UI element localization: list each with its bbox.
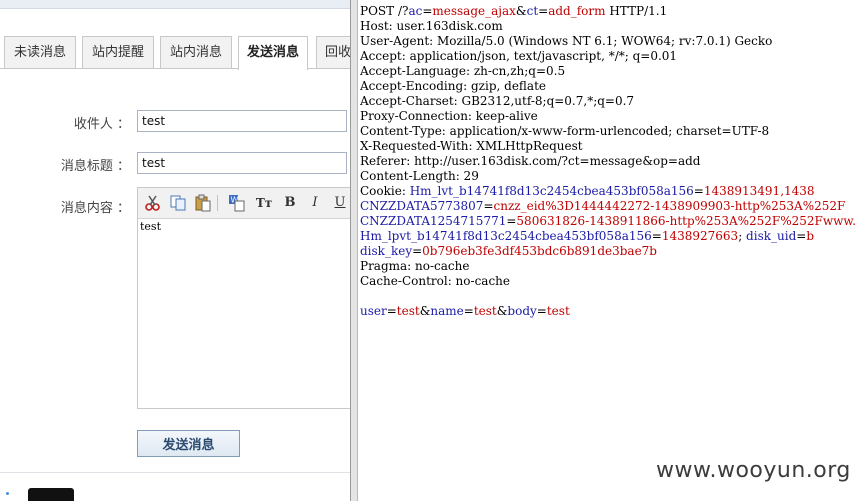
request-line: POST /?ac=message_ajax&ct=add_form HTTP/… bbox=[360, 4, 667, 19]
ampersand: & bbox=[419, 304, 431, 318]
equals-sign: = bbox=[538, 4, 549, 18]
cookie-value: 580631826-1438911866-http%253A%252F%252F… bbox=[516, 214, 857, 228]
recipient-input[interactable] bbox=[137, 110, 347, 132]
status-dot bbox=[6, 492, 9, 495]
cookie-name: CNZZDATA5773807 bbox=[360, 199, 484, 213]
equals-sign: = bbox=[463, 304, 474, 318]
body-param-name: body bbox=[507, 304, 537, 318]
tab-site-reminders[interactable]: 站内提醒 bbox=[82, 36, 154, 68]
copy-icon[interactable] bbox=[169, 194, 187, 212]
editor-content[interactable]: test bbox=[140, 220, 161, 233]
tab-send-message[interactable]: 发送消息 bbox=[238, 36, 308, 70]
content-label: 消息内容 ： bbox=[60, 201, 130, 216]
header-referer: Referer: http://user.163disk.com/?ct=mes… bbox=[360, 154, 701, 168]
paste-icon[interactable] bbox=[194, 194, 212, 212]
equals-sign: = bbox=[796, 229, 807, 243]
recipient-label: 收件人 ： bbox=[73, 117, 130, 132]
cookie-value: 0b796eb3fe3df453bdc6b891de3bae7b bbox=[422, 244, 657, 258]
underline-icon[interactable]: U bbox=[331, 194, 349, 212]
header-accept: Accept: application/json, text/javascrip… bbox=[360, 49, 678, 63]
header-content-length: Content-Length: 29 bbox=[360, 169, 479, 183]
cookie-name: Hm_lvt_b14741f8d13c2454cbea453bf058a156 bbox=[409, 184, 694, 198]
subject-input[interactable] bbox=[137, 152, 347, 174]
rich-text-editor[interactable]: W Tт B I U test bbox=[137, 187, 350, 409]
cookie-line: Hm_lpvt_b14741f8d13c2454cbea453bf058a156… bbox=[360, 229, 814, 244]
paste-word-icon[interactable]: W bbox=[228, 194, 246, 212]
send-message-button[interactable]: 发送消息 bbox=[137, 430, 240, 457]
header-proxy-connection: Proxy-Connection: keep-alive bbox=[360, 109, 538, 123]
message-panel: 未读消息 站内提醒 站内消息 发送消息 回收 收件人 ： 消息标题 ： 消息内容… bbox=[0, 0, 350, 501]
tab-unread[interactable]: 未读消息 bbox=[4, 36, 76, 68]
header-content-type: Content-Type: application/x-www-form-url… bbox=[360, 124, 770, 138]
body-param-name: name bbox=[430, 304, 464, 318]
ampersand: & bbox=[496, 304, 508, 318]
cookie-value: cnzz_eid%3D1444442272-1438909903-http%25… bbox=[493, 199, 846, 213]
header-host: Host: user.163disk.com bbox=[360, 19, 503, 33]
equals-sign: = bbox=[412, 244, 423, 258]
body-param-value: test bbox=[546, 304, 570, 318]
cookie-name: disk_key bbox=[360, 244, 413, 258]
cookie-value: 1438927663 bbox=[661, 229, 739, 243]
cut-icon[interactable] bbox=[144, 194, 162, 212]
tab-recycle[interactable]: 回收 bbox=[316, 36, 350, 68]
toolbar-separator bbox=[217, 195, 218, 211]
param-value: message_ajax bbox=[432, 4, 516, 18]
panel-splitter[interactable] bbox=[350, 0, 358, 501]
header-cache-control: Cache-Control: no-cache bbox=[360, 274, 510, 288]
body-param-value: test bbox=[473, 304, 497, 318]
bottom-divider bbox=[0, 472, 350, 473]
equals-sign: = bbox=[483, 199, 494, 213]
equals-sign: = bbox=[693, 184, 704, 198]
editor-toolbar: W Tт B I U bbox=[138, 188, 350, 219]
cookie-line: CNZZDATA1254715771=580631826-1438911866-… bbox=[360, 214, 856, 229]
subject-label: 消息标题 ： bbox=[60, 159, 130, 174]
cookie-line: CNZZDATA5773807=cnzz_eid%3D1444442272-14… bbox=[360, 199, 845, 214]
header-accept-encoding: Accept-Encoding: gzip, deflate bbox=[360, 79, 547, 93]
equals-sign: = bbox=[386, 304, 397, 318]
cookie-value: 1438913491,1438 bbox=[703, 184, 815, 198]
bold-icon[interactable]: B bbox=[281, 194, 299, 212]
param-name: ct bbox=[526, 4, 539, 18]
cookie-value: b bbox=[806, 229, 814, 243]
header-user-agent: User-Agent: Mozilla/5.0 (Windows NT 6.1;… bbox=[360, 34, 773, 48]
italic-icon[interactable]: I bbox=[306, 194, 324, 212]
http-version: HTTP/1.1 bbox=[605, 4, 668, 18]
ampersand: & bbox=[515, 4, 527, 18]
tab-site-messages[interactable]: 站内消息 bbox=[160, 36, 232, 68]
cookie-prefix: Cookie: bbox=[360, 184, 410, 198]
watermark: www.wooyun.org bbox=[656, 458, 851, 483]
param-name: ac bbox=[408, 4, 423, 18]
header-accept-charset: Accept-Charset: GB2312,utf-8;q=0.7,*;q=0… bbox=[360, 94, 635, 108]
browser-top-strip bbox=[0, 0, 350, 9]
header-cookie: Cookie: Hm_lvt_b14741f8d13c2454cbea453bf… bbox=[360, 184, 815, 199]
raw-request-view[interactable]: POST /?ac=message_ajax&ct=add_form HTTP/… bbox=[358, 0, 865, 501]
taskbar-item bbox=[28, 488, 74, 501]
equals-sign: = bbox=[536, 304, 547, 318]
request-body: user=test&name=test&body=test bbox=[360, 304, 570, 319]
cookie-name: disk_uid bbox=[746, 229, 797, 243]
cookie-line: disk_key=0b796eb3fe3df453bdc6b891de3bae7… bbox=[360, 244, 657, 259]
font-size-icon[interactable]: Tт bbox=[255, 194, 273, 212]
body-param-value: test bbox=[396, 304, 420, 318]
equals-sign: = bbox=[422, 4, 433, 18]
header-pragma: Pragma: no-cache bbox=[360, 259, 470, 273]
semicolon: ; bbox=[738, 229, 747, 243]
request-method-path: POST /? bbox=[360, 4, 409, 18]
message-tabs: 未读消息 站内提醒 站内消息 发送消息 回收 bbox=[0, 36, 350, 70]
cookie-name: Hm_lpvt_b14741f8d13c2454cbea453bf058a156 bbox=[360, 229, 652, 243]
header-accept-language: Accept-Language: zh-cn,zh;q=0.5 bbox=[360, 64, 566, 78]
body-param-name: user bbox=[360, 304, 387, 318]
header-x-requested-with: X-Requested-With: XMLHttpRequest bbox=[360, 139, 583, 153]
cookie-name: CNZZDATA1254715771 bbox=[360, 214, 507, 228]
param-value: add_form bbox=[548, 4, 606, 18]
equals-sign: = bbox=[651, 229, 662, 243]
equals-sign: = bbox=[506, 214, 517, 228]
